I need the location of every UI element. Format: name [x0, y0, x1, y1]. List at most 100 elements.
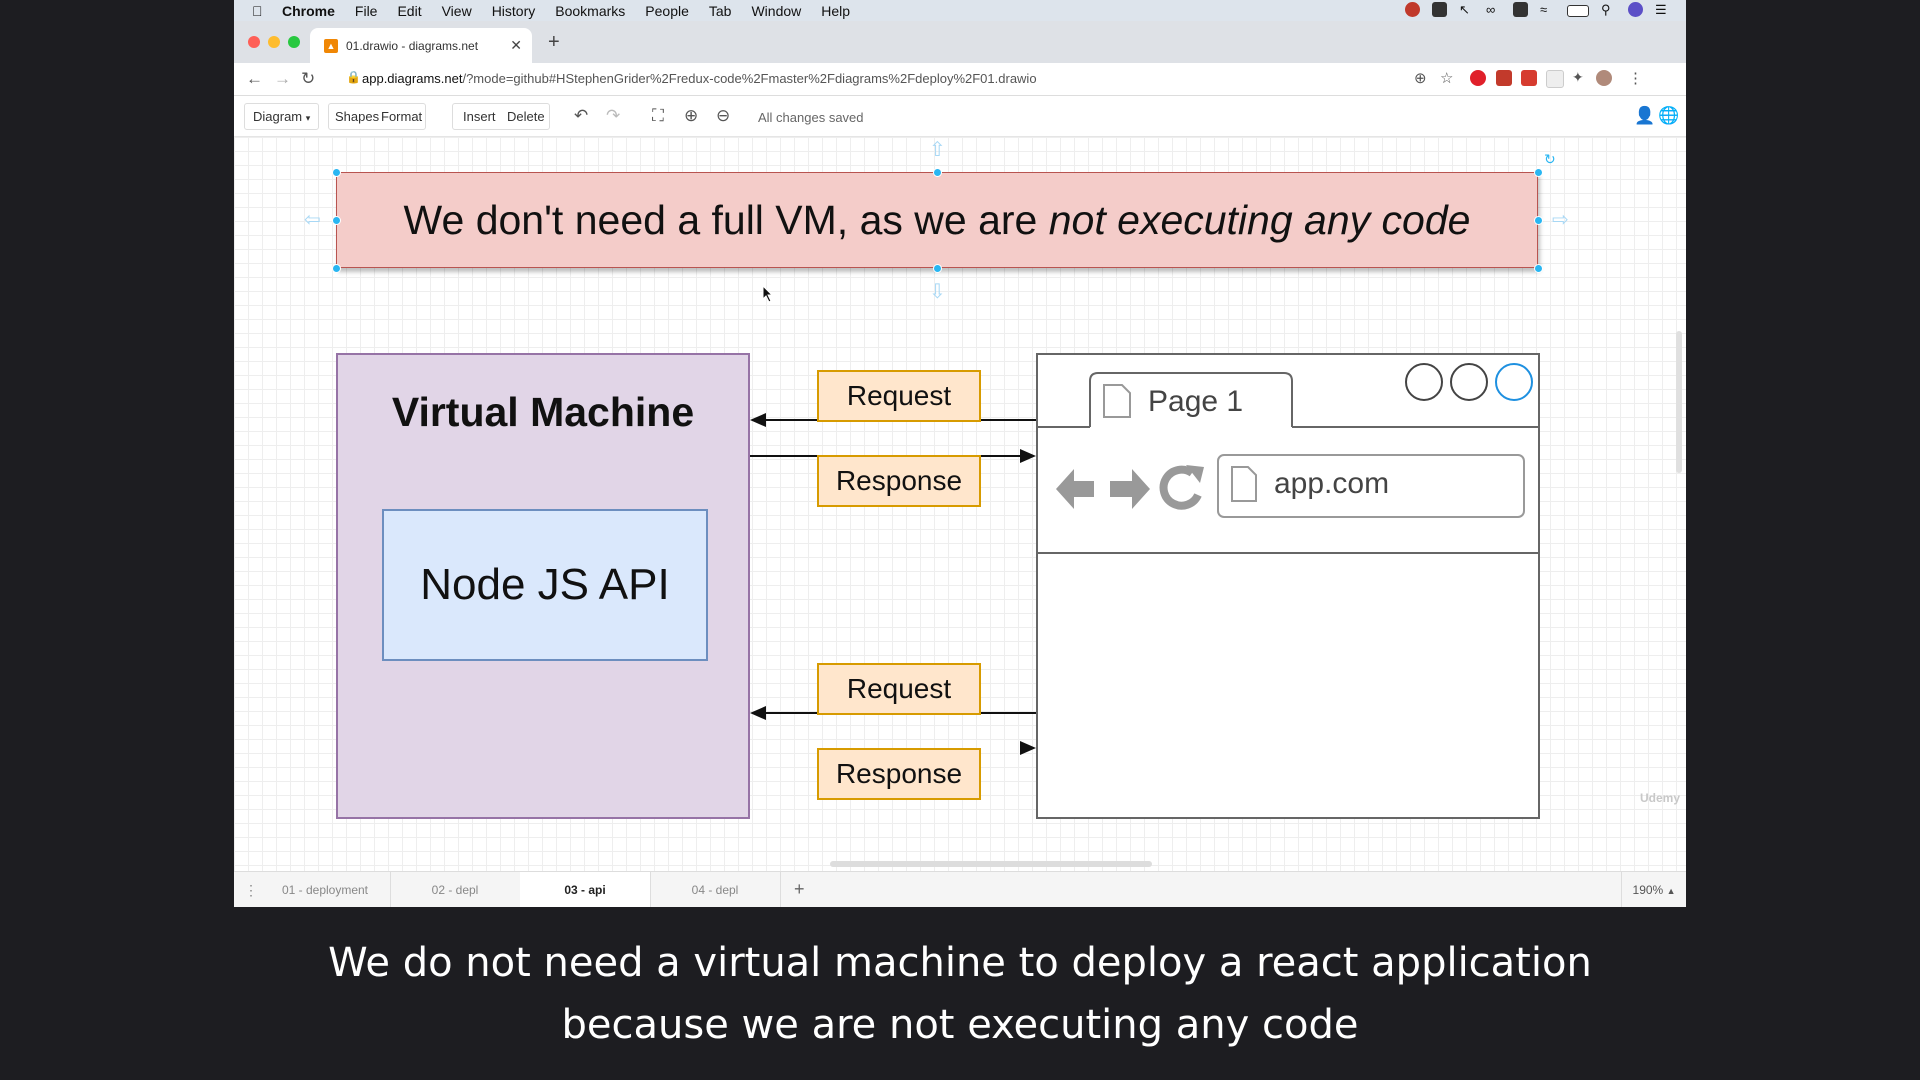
address-bar-row: ← → ↻ 🔒 app.diagrams.net/?mode=github#HS…	[234, 63, 1686, 96]
menu-edit[interactable]: Edit	[397, 3, 421, 19]
request-label-top[interactable]: Request	[817, 370, 981, 422]
cursor-icon[interactable]: ↖	[1459, 2, 1474, 17]
menu-chrome[interactable]: Chrome	[282, 3, 335, 19]
add-page-button[interactable]: +	[794, 879, 805, 900]
docker-icon[interactable]	[1432, 2, 1447, 17]
new-tab-button[interactable]: +	[548, 31, 560, 54]
extensions-puzzle-icon[interactable]: ✦	[1572, 69, 1584, 86]
fullscreen-icon[interactable]: ⛶	[652, 106, 664, 126]
red-extension-icon[interactable]	[1521, 70, 1537, 86]
resize-handle-e[interactable]	[1534, 216, 1543, 225]
response-label-bottom[interactable]: Response	[817, 748, 981, 800]
resize-handle-w[interactable]	[332, 216, 341, 225]
diagram-canvas[interactable]: We don't need a full VM, as we are not e…	[234, 137, 1686, 871]
status-app-icon[interactable]	[1405, 2, 1420, 17]
page-tab-04[interactable]: 04 - depl	[650, 872, 781, 907]
user-icon[interactable]: 👤	[1634, 106, 1655, 126]
reload-icon[interactable]: ↻	[301, 69, 315, 89]
menu-view[interactable]: View	[442, 3, 472, 19]
menu-people[interactable]: People	[645, 3, 689, 19]
notification-center-icon[interactable]: ☰	[1655, 2, 1670, 17]
profile-avatar[interactable]	[1596, 70, 1612, 86]
page-tab-02[interactable]: 02 - depl	[390, 872, 521, 907]
clone-arrow-up-icon[interactable]: ⇧	[929, 137, 946, 162]
glasses-icon[interactable]: ∞	[1486, 2, 1501, 17]
page-tab-label: 01 - deployment	[281, 883, 369, 897]
close-window-button[interactable]	[248, 36, 260, 48]
cloud-icon[interactable]	[1513, 2, 1528, 17]
page-tab-01[interactable]: 01 - deployment	[260, 872, 391, 907]
node-api-shape[interactable]: Node JS API	[382, 509, 708, 661]
mac-menu-bar:  Chrome File Edit View History Bookmark…	[234, 0, 1686, 21]
resize-handle-nw[interactable]	[332, 168, 341, 177]
vertical-scrollbar[interactable]	[1676, 331, 1682, 473]
request-text: Request	[846, 380, 952, 411]
back-arrow-icon[interactable]: ←	[246, 69, 263, 89]
browser-mockup-shape[interactable]: Page 1 app.com	[1036, 353, 1540, 819]
clone-arrow-right-icon[interactable]: ⇨	[1552, 207, 1569, 232]
redo-icon[interactable]: ↷	[606, 106, 620, 126]
url-text: app.diagrams.net/?mode=github#HStephenGr…	[362, 71, 1037, 86]
tab-title: 01.drawio - diagrams.net	[346, 39, 479, 53]
undo-icon[interactable]: ↶	[574, 106, 588, 126]
response-label-top[interactable]: Response	[817, 455, 981, 507]
zoom-window-button[interactable]	[288, 36, 300, 48]
window-circle-icon	[1495, 363, 1533, 401]
response-text: Response	[835, 465, 963, 496]
resize-handle-s[interactable]	[933, 264, 942, 273]
insert-button[interactable]: Insert	[463, 104, 496, 129]
subtitle-line-1: We do not need a virtual machine to depl…	[328, 940, 1592, 986]
blank-extension-icon[interactable]	[1546, 70, 1564, 88]
menu-history[interactable]: History	[492, 3, 536, 19]
clone-arrow-down-icon[interactable]: ⇩	[929, 279, 946, 304]
menu-window[interactable]: Window	[751, 3, 801, 19]
forward-arrow-icon[interactable]: →	[274, 69, 291, 89]
drawio-favicon-icon: ▲	[324, 39, 338, 53]
format-button[interactable]: Format	[381, 104, 422, 129]
horizontal-scrollbar[interactable]	[830, 861, 1152, 867]
screen:  Chrome File Edit View History Bookmark…	[234, 0, 1686, 907]
menu-tab[interactable]: Tab	[709, 3, 732, 19]
install-app-icon[interactable]: ⊕	[1414, 69, 1427, 87]
ublock-extension-icon[interactable]	[1496, 70, 1512, 86]
virtual-machine-shape[interactable]: Virtual Machine Node JS API	[336, 353, 750, 819]
menu-file[interactable]: File	[355, 3, 378, 19]
zoom-out-icon[interactable]: ⊖	[716, 106, 730, 126]
language-globe-icon[interactable]: 🌐	[1658, 106, 1679, 126]
zoom-level-menu[interactable]: 190% ▲	[1621, 872, 1686, 907]
apple-logo-icon[interactable]: 	[252, 3, 268, 19]
diagram-menu-button[interactable]: Diagram ▾	[244, 103, 320, 130]
siri-icon[interactable]	[1628, 2, 1643, 17]
spotlight-search-icon[interactable]: ⚲	[1601, 2, 1616, 17]
shapes-button[interactable]: Shapes	[335, 104, 379, 129]
browser-tab-active[interactable]: ▲ 01.drawio - diagrams.net ✕	[310, 28, 532, 63]
reload-icon	[1159, 465, 1202, 510]
request-label-bottom[interactable]: Request	[817, 663, 981, 715]
battery-icon[interactable]	[1567, 5, 1589, 17]
page-tab-03[interactable]: 03 - api	[520, 872, 651, 907]
subtitle-line-2: because we are not executing any code	[561, 1002, 1359, 1048]
resize-handle-n[interactable]	[933, 168, 942, 177]
chrome-menu-icon[interactable]: ⋮	[1628, 69, 1643, 87]
rotate-handle-icon[interactable]: ↻	[1544, 151, 1556, 168]
clone-arrow-left-icon[interactable]: ⇦	[304, 207, 321, 232]
window-circle-icon	[1405, 363, 1443, 401]
wifi-icon[interactable]: ≈	[1540, 2, 1555, 17]
minimize-window-button[interactable]	[268, 36, 280, 48]
close-tab-icon[interactable]: ✕	[510, 37, 522, 54]
menu-help[interactable]: Help	[821, 3, 850, 19]
diagram-menu-label: Diagram	[253, 109, 303, 124]
selected-banner-shape[interactable]: We don't need a full VM, as we are not e…	[336, 172, 1538, 268]
pages-menu-icon[interactable]: ⋮	[244, 882, 258, 899]
bookmark-star-icon[interactable]: ☆	[1440, 69, 1453, 87]
resize-handle-ne[interactable]	[1534, 168, 1543, 177]
zoom-in-icon[interactable]: ⊕	[684, 106, 698, 126]
delete-button[interactable]: Delete	[507, 104, 545, 129]
page-tab-label: 04 - depl	[691, 883, 739, 897]
opera-extension-icon[interactable]	[1470, 70, 1486, 86]
menu-bookmarks[interactable]: Bookmarks	[555, 3, 625, 19]
browser-url-label: app.com	[1274, 467, 1390, 500]
window-circle-icon	[1450, 363, 1488, 401]
resize-handle-sw[interactable]	[332, 264, 341, 273]
resize-handle-se[interactable]	[1534, 264, 1543, 273]
